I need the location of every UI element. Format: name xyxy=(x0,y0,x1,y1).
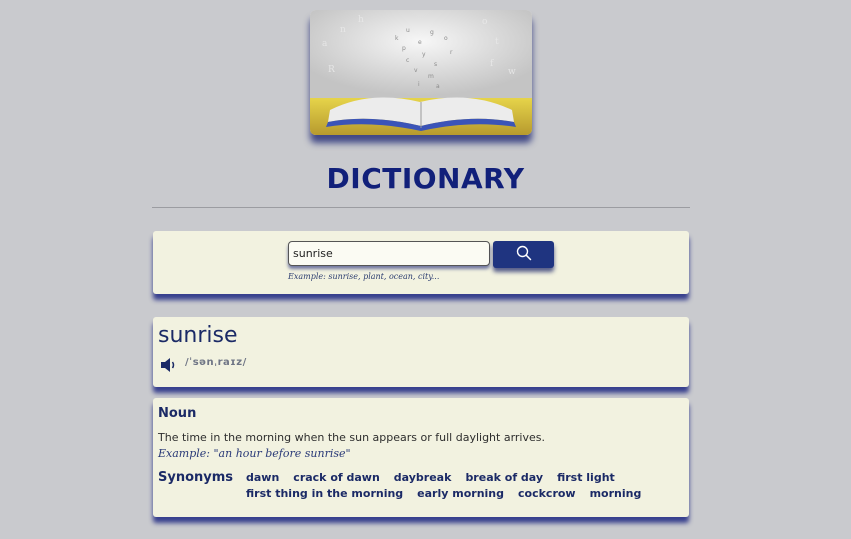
search-button[interactable] xyxy=(493,241,554,268)
synonym-link[interactable]: daybreak xyxy=(394,471,452,484)
svg-text:y: y xyxy=(422,51,426,58)
svg-text:v: v xyxy=(414,67,418,74)
definition-text: The time in the morning when the sun app… xyxy=(158,431,545,444)
svg-text:n: n xyxy=(340,25,346,35)
synonyms-row-1: dawn crack of dawn daybreak break of day… xyxy=(246,471,615,484)
svg-text:p: p xyxy=(402,45,406,52)
svg-text:a: a xyxy=(322,39,328,49)
search-card: Example: sunrise, plant, ocean, city... xyxy=(153,231,689,294)
search-icon xyxy=(516,245,532,264)
svg-text:t: t xyxy=(495,37,499,47)
synonym-link[interactable]: morning xyxy=(590,487,642,500)
svg-text:e: e xyxy=(418,39,422,46)
part-of-speech: Noun xyxy=(158,406,197,421)
headword: sunrise xyxy=(158,323,238,348)
svg-text:c: c xyxy=(406,57,409,64)
svg-text:g: g xyxy=(430,29,434,36)
synonym-link[interactable]: first thing in the morning xyxy=(246,487,403,500)
synonym-link[interactable]: early morning xyxy=(417,487,504,500)
synonym-link[interactable]: crack of dawn xyxy=(293,471,380,484)
synonym-link[interactable]: dawn xyxy=(246,471,279,484)
title-divider xyxy=(152,207,690,208)
svg-text:s: s xyxy=(434,61,437,68)
meaning-card: Noun The time in the morning when the su… xyxy=(153,398,689,517)
svg-text:h: h xyxy=(358,15,364,25)
synonyms-label: Synonyms xyxy=(158,470,234,485)
word-card: sunrise /ˈsənˌraɪz/ xyxy=(153,317,689,387)
page-title: DICTIONARY xyxy=(326,162,525,195)
svg-text:o: o xyxy=(482,17,487,27)
svg-text:a: a xyxy=(436,83,440,90)
synonym-link[interactable]: break of day xyxy=(465,471,543,484)
svg-text:m: m xyxy=(428,73,434,80)
synonym-link[interactable]: first light xyxy=(557,471,615,484)
hero-book-image: anh otw Rf kue goy csv mpr ia xyxy=(310,10,532,135)
phonetic-text: /ˈsənˌraɪz/ xyxy=(185,357,247,368)
synonyms-row-2: first thing in the morning early morning… xyxy=(246,487,641,500)
example-text: Example: "an hour before sunrise" xyxy=(158,447,351,460)
synonym-link[interactable]: cockcrow xyxy=(518,487,576,500)
svg-text:R: R xyxy=(328,65,335,75)
speaker-icon[interactable] xyxy=(160,357,178,373)
search-input[interactable] xyxy=(288,241,490,266)
search-hint: Example: sunrise, plant, ocean, city... xyxy=(288,272,440,281)
svg-text:o: o xyxy=(444,35,448,42)
svg-text:u: u xyxy=(406,27,410,34)
svg-text:k: k xyxy=(395,35,399,42)
svg-text:w: w xyxy=(508,67,516,77)
